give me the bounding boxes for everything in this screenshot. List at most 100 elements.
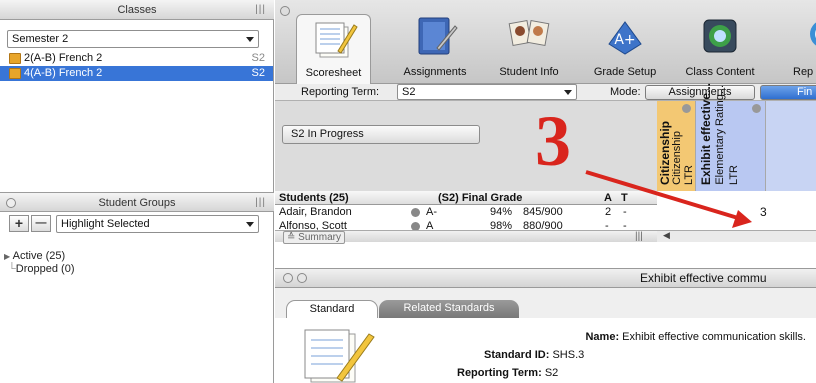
group-filter-select[interactable]: Highlight Selected bbox=[56, 215, 259, 233]
percent: 98% bbox=[490, 220, 513, 230]
resize-grip-icon[interactable]: ||| bbox=[255, 0, 266, 20]
standard-column-title: Citizenship bbox=[658, 120, 672, 185]
tab-related-standards[interactable]: Related Standards bbox=[379, 300, 519, 318]
tree-item-label: Dropped (0) bbox=[15, 263, 75, 275]
table-row[interactable]: Adair, Brandon A- 94% 845/900 2 - bbox=[275, 205, 675, 219]
class-item-label: 4(A-B) French 2 bbox=[24, 67, 103, 79]
semester-select-value: Semester 2 bbox=[12, 33, 69, 45]
table-row[interactable]: Alfonso, Scott A 98% 880/900 - - bbox=[275, 219, 675, 230]
letter-grade: A bbox=[426, 220, 434, 230]
classes-title: Classes bbox=[117, 4, 157, 16]
student-groups-header: Student Groups ||| bbox=[0, 192, 274, 212]
tab-label: Class Content bbox=[685, 66, 755, 78]
standards-grid-header bbox=[657, 191, 816, 205]
points: 845/900 bbox=[523, 206, 563, 218]
scoresheet-grid: Students (25) (S2) Final Grade A T Adair… bbox=[275, 191, 816, 246]
final-grade-header[interactable]: (S2) Final Grade bbox=[422, 191, 599, 205]
scoresheet-icon bbox=[304, 329, 375, 383]
reporting-term-label: Reporting Term: bbox=[301, 86, 380, 98]
standard-detail-pane: Standard Related Standards Name: Exhibit… bbox=[275, 288, 816, 383]
student-name: Adair, Brandon bbox=[279, 206, 352, 218]
standard-name-field: Name: Exhibit effective communication sk… bbox=[585, 331, 806, 343]
summary-toggle[interactable]: ≙ Summary bbox=[283, 231, 345, 244]
tab-label: Assignments bbox=[403, 66, 467, 78]
remove-group-button[interactable]: — bbox=[31, 215, 51, 232]
standards-header: S2 In Progress 3 Citizenship Citizenship… bbox=[275, 83, 816, 191]
resize-grip-icon[interactable]: ||| bbox=[255, 193, 266, 213]
standard-column-type: LTR bbox=[728, 165, 740, 185]
summary-bar: ≙ Summary ||| bbox=[275, 230, 657, 244]
scoresheet-icon bbox=[315, 22, 358, 58]
chevron-down-icon bbox=[564, 90, 572, 95]
semester-select[interactable]: Semester 2 bbox=[7, 30, 259, 48]
close-icon[interactable] bbox=[283, 273, 293, 283]
class-item-4ab-french-2[interactable]: 4(A-B) French 2 S2 bbox=[0, 66, 273, 81]
points: 880/900 bbox=[523, 220, 563, 230]
classes-header: Classes ||| bbox=[0, 0, 274, 20]
tree-item-active[interactable]: ▶ Active (25) bbox=[4, 250, 65, 262]
tardies-header[interactable]: T bbox=[617, 191, 657, 205]
tab-label: Scoresheet bbox=[305, 67, 362, 79]
standard-detail-title: Exhibit effective commu bbox=[640, 271, 767, 285]
add-group-button[interactable]: + bbox=[9, 215, 29, 232]
standard-detail-header: Exhibit effective commu bbox=[275, 268, 816, 288]
scroll-left-icon[interactable]: ◀ bbox=[663, 230, 670, 241]
standard-column-citizenship[interactable]: Citizenship Citizenship LTR bbox=[657, 101, 696, 191]
percent: 94% bbox=[490, 206, 513, 218]
tab-label: Student Info bbox=[499, 66, 559, 78]
standard-column-subtitle: Elementary Rating... bbox=[714, 85, 726, 185]
absences-header[interactable]: A bbox=[599, 191, 617, 205]
class-item-label: 2(A-B) French 2 bbox=[24, 52, 103, 64]
standard-score-cell[interactable]: 3 bbox=[760, 205, 767, 219]
chevron-down-icon bbox=[246, 37, 254, 42]
absences: - bbox=[605, 220, 609, 230]
folder-icon bbox=[9, 53, 21, 64]
horizontal-scrollbar[interactable]: ◀ bbox=[657, 230, 816, 242]
minimize-icon[interactable] bbox=[297, 273, 307, 283]
column-menu-icon[interactable] bbox=[682, 104, 691, 113]
standard-column-title: Exhibit effective... bbox=[699, 82, 713, 185]
tardies: - bbox=[623, 206, 627, 218]
standard-id-field: Standard ID: SHS.3 bbox=[484, 349, 584, 361]
reporting-term-field: Reporting Term: S2 bbox=[457, 367, 558, 379]
students-header[interactable]: Students (25) bbox=[275, 191, 422, 205]
standard-column-next[interactable] bbox=[766, 101, 816, 191]
tab-scoresheet[interactable]: Scoresheet bbox=[296, 14, 371, 85]
reporting-term-field-label: Reporting Term: bbox=[457, 367, 542, 379]
column-menu-icon[interactable] bbox=[752, 104, 761, 113]
tree-item-dropped[interactable]: └Dropped (0) bbox=[8, 263, 75, 275]
tab-standard[interactable]: Standard bbox=[286, 300, 378, 318]
tab-assignments[interactable]: Assignments bbox=[395, 8, 475, 84]
reporting-term-bar: Reporting Term: S2 Mode: Assignments Fin bbox=[275, 84, 816, 101]
student-detail-icon[interactable] bbox=[411, 208, 420, 217]
folder-icon bbox=[9, 68, 21, 79]
class-item-term: S2 bbox=[251, 52, 265, 64]
student-groups-title: Student Groups bbox=[98, 197, 176, 209]
class-item-2ab-french-2[interactable]: 2(A-B) French 2 S2 bbox=[0, 51, 273, 66]
mode-label: Mode: bbox=[610, 86, 641, 98]
mode-final-button[interactable]: Fin bbox=[760, 85, 816, 100]
tree-expander-icon[interactable]: ▶ bbox=[4, 252, 10, 261]
status-button[interactable]: S2 In Progress bbox=[282, 125, 480, 144]
student-detail-icon[interactable] bbox=[411, 222, 420, 230]
standard-id-label: Standard ID: bbox=[484, 349, 550, 361]
tab-label: Rep bbox=[793, 66, 814, 78]
toolbar: Scoresheet Assignments Student Info A+ G… bbox=[275, 0, 816, 85]
tab-grade-setup[interactable]: A+ Grade Setup bbox=[585, 8, 665, 84]
tardies: - bbox=[623, 220, 627, 230]
resize-grip-icon[interactable]: ||| bbox=[635, 231, 643, 242]
absences: 2 bbox=[605, 206, 612, 218]
student-info-icon bbox=[508, 20, 550, 46]
standard-detail-body: Name: Exhibit effective communication sk… bbox=[275, 318, 816, 383]
collapse-icon[interactable] bbox=[6, 198, 16, 208]
reporting-term-select[interactable]: S2 bbox=[397, 84, 577, 100]
summary-arrow-icon: ≙ bbox=[287, 232, 296, 243]
reports-icon bbox=[809, 22, 816, 46]
letter-grade: A- bbox=[426, 206, 437, 218]
tab-student-info[interactable]: Student Info bbox=[489, 8, 569, 84]
reporting-term-field-value: S2 bbox=[544, 367, 559, 379]
standard-column-exhibit-effective[interactable]: Exhibit effective... Elementary Rating..… bbox=[696, 83, 766, 191]
collapse-icon[interactable] bbox=[280, 6, 290, 16]
tab-class-content[interactable]: Class Content bbox=[675, 8, 765, 84]
tab-reports[interactable]: Rep bbox=[775, 8, 816, 84]
